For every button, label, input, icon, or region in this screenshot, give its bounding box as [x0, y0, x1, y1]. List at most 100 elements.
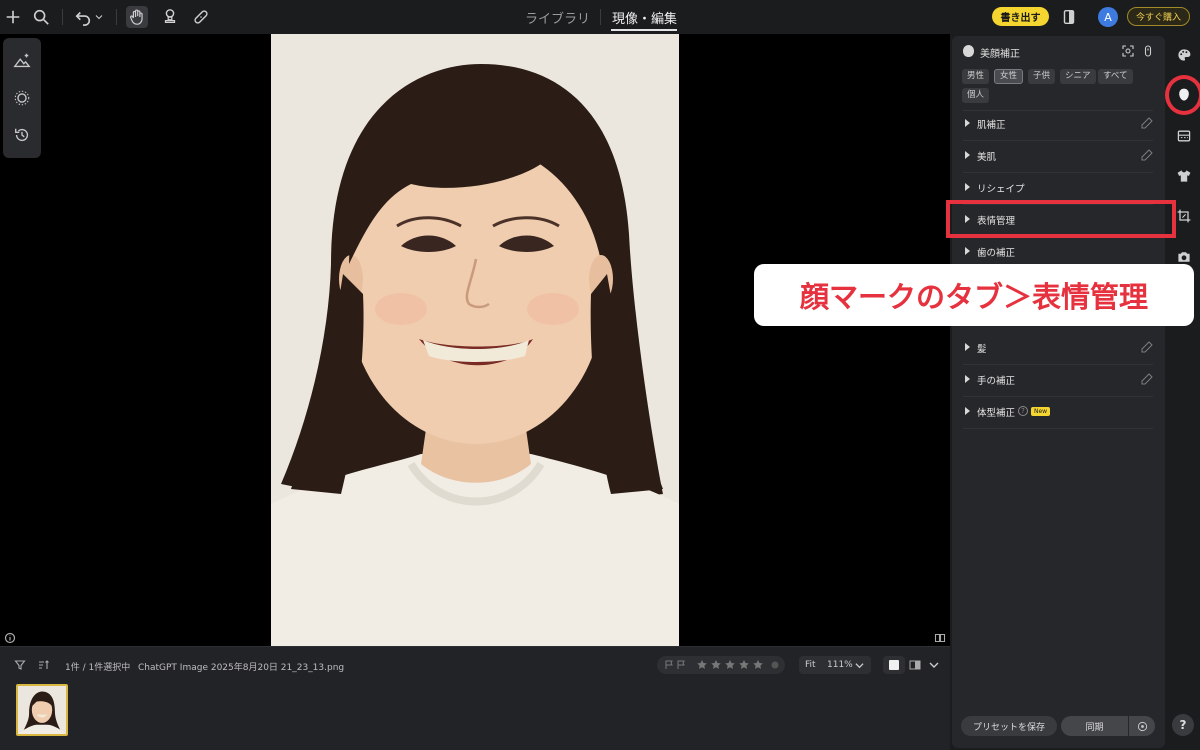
expand-arrow-icon [965, 151, 970, 159]
clothing-icon[interactable] [1174, 166, 1194, 186]
edit-pen-icon [1141, 341, 1153, 353]
buy-now-button[interactable]: 今すぐ購入 [1127, 7, 1190, 26]
bandage-tool-icon[interactable] [190, 6, 212, 28]
annotation-callout: 顔マークのタブ＞表情管理 [754, 264, 1194, 326]
section-label: 肌補正 [977, 120, 1006, 131]
section-hands[interactable]: 手の補正 [963, 369, 1155, 391]
section-label: リシェイプ [977, 184, 1025, 195]
hand-tool-icon[interactable] [126, 6, 148, 28]
history-icon[interactable] [11, 124, 33, 146]
undo-icon[interactable] [72, 6, 94, 28]
tab-library[interactable]: ライブラリ [525, 8, 590, 27]
help-button[interactable]: ? [1172, 714, 1194, 736]
light-adjust-icon[interactable] [11, 87, 33, 109]
divider [963, 364, 1153, 365]
flag-rating-group [657, 656, 785, 674]
color-palette-icon[interactable] [1174, 45, 1194, 65]
auto-enhance-icon[interactable] [11, 50, 33, 72]
expand-arrow-icon [965, 407, 970, 415]
background-icon[interactable] [1174, 126, 1194, 146]
sync-button[interactable]: 同期 [1061, 716, 1128, 736]
file-name: ChatGPT Image 2025年8月20日 21_23_13.png [138, 663, 345, 673]
section-label: 手の補正 [977, 376, 1016, 387]
divider [963, 172, 1153, 173]
save-preset-button[interactable]: プリセットを保存 [961, 716, 1057, 736]
settings-icon [1137, 721, 1147, 731]
tab-divider [600, 9, 601, 25]
section-label: 髪 [977, 344, 987, 355]
help-icon[interactable]: ? [1018, 406, 1028, 416]
new-badge: New [1031, 407, 1051, 416]
expand-arrow-icon [965, 119, 970, 127]
stamp-tool-icon[interactable] [159, 6, 181, 28]
chevron-down-icon [855, 663, 864, 669]
section-label: 歯の補正 [977, 248, 1016, 259]
chip-male[interactable]: 男性 [962, 69, 990, 84]
section-hair[interactable]: 髪 [963, 337, 1155, 359]
rating-stars [697, 660, 763, 669]
image-canvas[interactable] [0, 34, 950, 646]
section-body-shape[interactable]: 体型補正 ? New [963, 401, 1155, 423]
section-teeth[interactable]: 歯の補正 [963, 241, 1155, 263]
section-reshape[interactable]: リシェイプ [963, 177, 1155, 199]
expand-arrow-icon [965, 183, 970, 191]
chip-all[interactable]: すべて [1098, 69, 1133, 84]
highlight-rect-expression [946, 200, 1176, 238]
crop-icon[interactable] [1174, 206, 1194, 226]
tab-develop-edit[interactable]: 現像・編集 [612, 8, 677, 27]
add-icon[interactable] [2, 6, 24, 28]
divider [963, 140, 1153, 141]
section-beauty-skin[interactable]: 美肌 [963, 145, 1155, 167]
chevron-down-icon[interactable] [92, 6, 106, 28]
chip-senior[interactable]: シニア [1060, 69, 1096, 84]
filmstrip-bar: 1件 / 1件選択中 ChatGPT Image 2025年8月20日 21_2… [0, 646, 950, 750]
top-toolbar: ライブラリ 現像・編集 書き出す A 今すぐ購入 [0, 0, 1200, 34]
info-icon[interactable] [4, 632, 16, 644]
face-detect-icon[interactable] [1122, 45, 1134, 57]
expand-arrow-icon [965, 247, 970, 255]
selection-count: 1件 / 1件選択中 [65, 663, 131, 673]
toolbar-divider [62, 9, 63, 25]
zoom-control[interactable]: Fit 111% [799, 656, 871, 674]
search-icon[interactable] [30, 6, 52, 28]
section-label: 体型補正 [977, 408, 1016, 419]
left-tool-panel [3, 38, 41, 158]
chip-individual[interactable]: 個人 [962, 88, 990, 103]
zoom-level[interactable]: 111% [827, 660, 853, 670]
single-view-button[interactable] [883, 656, 905, 674]
before-after-icon[interactable] [909, 659, 921, 671]
beauty-panel: 美顔補正 男性 女性 子供 シニア すべて 個人 肌補正 美肌 リシェイプ 表情… [952, 36, 1165, 748]
sort-icon[interactable] [38, 659, 50, 671]
book-icon[interactable] [934, 632, 946, 644]
avatar[interactable]: A [1098, 7, 1118, 27]
chip-child[interactable]: 子供 [1028, 69, 1056, 84]
portrait-photo [271, 34, 679, 646]
divider [963, 110, 1153, 111]
expand-arrow-icon [965, 343, 970, 351]
filter-icon[interactable] [14, 659, 26, 671]
highlight-circle-face-tab [1165, 75, 1200, 115]
filmstrip-thumbnail[interactable] [16, 684, 68, 736]
reset-icon[interactable] [1142, 45, 1154, 57]
edit-pen-icon [1141, 149, 1153, 161]
section-skin-correction[interactable]: 肌補正 [963, 113, 1155, 135]
chevron-down-icon[interactable] [928, 659, 940, 671]
flag-icon [665, 660, 673, 669]
export-button[interactable]: 書き出す [992, 7, 1049, 26]
divider [963, 428, 1153, 429]
divider [963, 396, 1153, 397]
chip-female[interactable]: 女性 [994, 69, 1024, 84]
sync-options-button[interactable] [1129, 716, 1155, 736]
color-label-dot [771, 661, 779, 669]
edit-pen-icon [1141, 373, 1153, 385]
section-label: 美肌 [977, 152, 997, 163]
fit-button[interactable]: Fit [805, 660, 816, 670]
square-view-icon [889, 660, 899, 670]
edit-pen-icon [1141, 117, 1153, 129]
toolbar-divider [116, 9, 117, 25]
reject-flag-icon [677, 660, 685, 669]
compare-icon[interactable] [1058, 6, 1080, 28]
active-tab-indicator [611, 29, 677, 31]
expand-arrow-icon [965, 375, 970, 383]
panel-title: 美顔補正 [980, 49, 1020, 60]
